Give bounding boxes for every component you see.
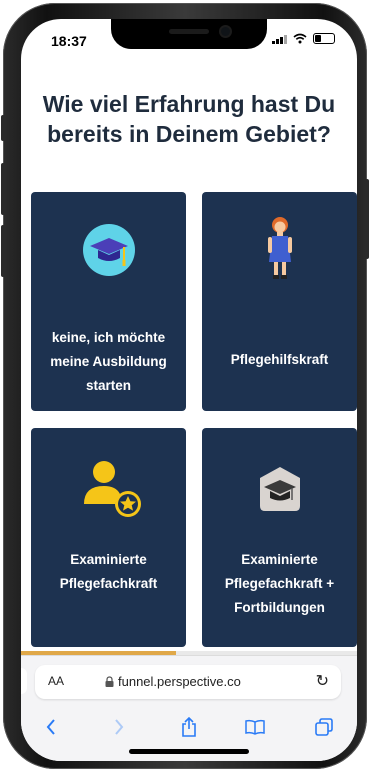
option-label: Pflegehilfskraft — [230, 352, 329, 367]
address-bar[interactable]: AA funnel.perspective.co ↻ — [35, 665, 341, 699]
mute-switch — [1, 115, 5, 141]
wifi-icon — [293, 33, 307, 44]
person-star-icon — [84, 461, 141, 517]
cellular-signal-icon — [272, 34, 287, 44]
nurse-figure-icon — [268, 217, 292, 279]
option-card-examinierte-pflegefachkraft[interactable]: Examinierte Pflegefachkraft — [31, 428, 186, 647]
option-card-no-experience[interactable]: keine, ich möchte meine Ausbildung start… — [31, 192, 186, 411]
home-indicator — [129, 749, 249, 754]
power-button — [365, 179, 369, 259]
volume-down-button — [1, 225, 5, 277]
option-card-fachkraft-fortbildungen[interactable]: Examinierte Pflegefachkraft + Fortbildun… — [202, 428, 357, 647]
tabs-icon[interactable] — [306, 713, 342, 741]
option-label: Examinierte Pflegefachkraft + Fortbildun… — [224, 552, 335, 615]
status-icons — [272, 33, 335, 44]
option-card-pflegehilfskraft[interactable]: Pflegehilfskraft — [202, 192, 357, 411]
question-title: Wie viel Erfahrung hast Du bereits in De… — [42, 91, 336, 147]
volume-up-button — [1, 163, 5, 215]
back-icon[interactable] — [33, 713, 69, 741]
phone-frame: 18:37 Wie viel Erfahrung hast Du bereits… — [1, 3, 369, 769]
graduation-cap-icon — [83, 224, 135, 276]
url-text: funnel.perspective.co — [118, 674, 241, 689]
browser-toolbar: AA funnel.perspective.co ↻ — [21, 655, 357, 761]
option-label: Examinierte Pflegefachkraft — [59, 552, 158, 591]
option-label: keine, ich möchte meine Ausbildung start… — [50, 330, 167, 393]
lock-icon — [105, 676, 114, 687]
forward-icon[interactable] — [101, 713, 137, 741]
graduation-hat-badge-icon — [260, 467, 300, 511]
status-time: 18:37 — [51, 33, 87, 49]
battery-icon — [313, 33, 335, 44]
previous-tab-peek[interactable] — [21, 668, 27, 694]
browser-nav-toolbar — [21, 713, 357, 741]
screen: 18:37 Wie viel Erfahrung hast Du bereits… — [21, 19, 357, 761]
aa-label: AA — [48, 674, 65, 688]
bookmarks-icon[interactable] — [237, 713, 273, 741]
reload-icon[interactable]: ↻ — [316, 671, 329, 691]
notch — [111, 19, 267, 49]
url-display[interactable]: funnel.perspective.co — [105, 674, 241, 689]
share-icon[interactable] — [171, 713, 207, 741]
reader-text-size-button[interactable]: AA — [48, 674, 64, 688]
